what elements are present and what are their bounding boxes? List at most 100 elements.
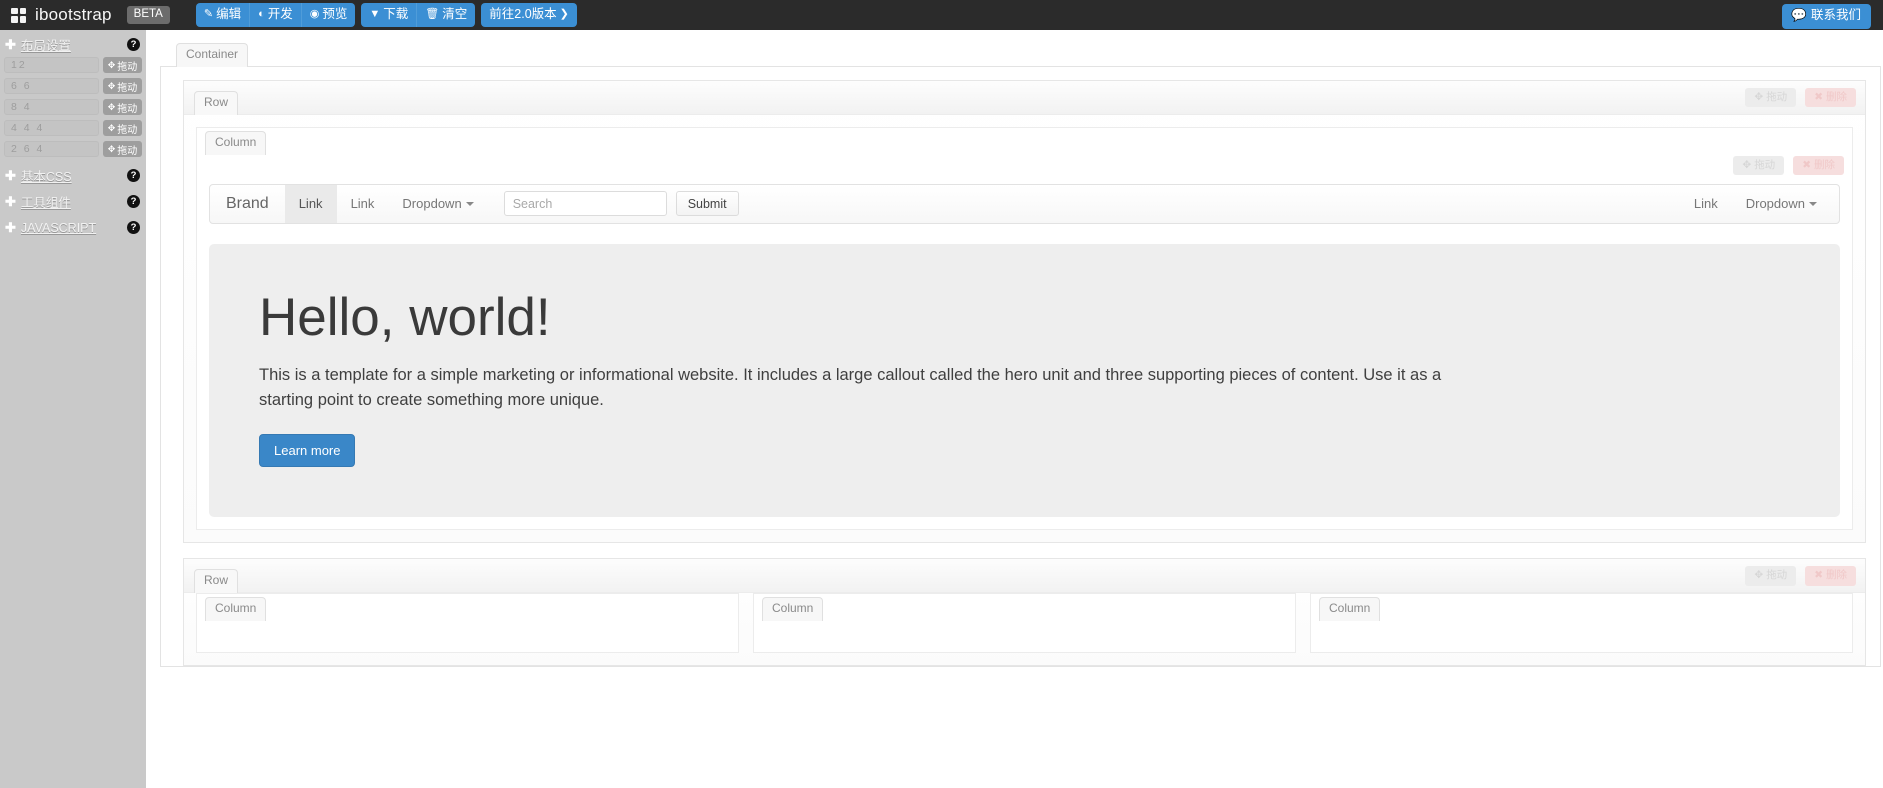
column-actions: ✥拖动 ✖删除	[1733, 156, 1844, 176]
list-item[interactable]: 4 4 4 ✥拖动	[4, 120, 142, 136]
move-icon: ✥	[108, 60, 116, 71]
contact-us-label: 联系我们	[1811, 8, 1861, 24]
move-icon: ✥	[108, 123, 116, 134]
help-icon[interactable]: ?	[127, 195, 140, 208]
list-item[interactable]: 6 6 ✥拖动	[4, 78, 142, 94]
download-button[interactable]: ▼ 下载	[361, 3, 417, 28]
clear-button-label: 清空	[442, 7, 467, 23]
layout-preset-list: 12 ✥拖动 6 6 ✥拖动 8 4 ✥拖动 4 4 4 ✥拖动 2 6 4 ✥…	[0, 55, 146, 165]
drag-label: 拖动	[117, 100, 137, 115]
row-delete-button[interactable]: ✖删除	[1805, 88, 1856, 108]
drag-handle[interactable]: ✥拖动	[103, 99, 142, 115]
column-block[interactable]: Column	[753, 593, 1296, 653]
row-block[interactable]: Row ✥拖动 ✖删除 Column ✥拖动 ✖删除	[183, 80, 1866, 543]
column-drag-label: 拖动	[1754, 159, 1775, 172]
submit-button[interactable]: Submit	[676, 191, 739, 216]
row-header: Row ✥拖动 ✖删除	[184, 81, 1865, 115]
move-icon: ✥	[1742, 159, 1751, 172]
chevron-down-icon	[466, 202, 474, 206]
eye-icon: ◉	[310, 8, 320, 22]
navbar-dropdown[interactable]: Dropdown	[388, 185, 487, 223]
beta-badge: BETA	[127, 6, 170, 24]
sidebar-item-label: 基本CSS	[21, 166, 127, 185]
row-tag[interactable]: Row	[194, 569, 238, 593]
plus-icon: ✚	[5, 37, 16, 53]
list-item[interactable]: 8 4 ✥拖动	[4, 99, 142, 115]
move-icon: ✥	[1754, 569, 1763, 582]
close-icon: ✖	[1814, 569, 1823, 582]
drag-label: 拖动	[117, 79, 137, 94]
column-tag[interactable]: Column	[205, 597, 266, 621]
learn-more-button[interactable]: Learn more	[259, 434, 355, 467]
close-icon: ✖	[1814, 91, 1823, 104]
list-item[interactable]: 2 6 4 ✥拖动	[4, 141, 142, 157]
navbar-right-dropdown[interactable]: Dropdown	[1732, 185, 1835, 223]
row-tag[interactable]: Row	[194, 91, 238, 115]
help-icon[interactable]: ?	[127, 221, 140, 234]
chat-bubble-icon: 💬	[1791, 8, 1807, 24]
develop-button[interactable]: ◐ 开发	[250, 3, 302, 28]
column-drag-button[interactable]: ✥拖动	[1733, 156, 1784, 176]
container-block[interactable]: Row ✥拖动 ✖删除 Column ✥拖动 ✖删除	[160, 66, 1881, 667]
drag-handle[interactable]: ✥拖动	[103, 141, 142, 157]
drag-handle[interactable]: ✥拖动	[103, 120, 142, 136]
column-content: Brand Link Link Dropdown Submit Link Dro…	[197, 154, 1852, 529]
brand-group: ibootstrap BETA	[8, 5, 170, 25]
trash-icon: 🗑	[425, 8, 439, 22]
column-block[interactable]: Column	[1310, 593, 1853, 653]
hero-unit[interactable]: Hello, world! This is a template for a s…	[209, 244, 1840, 517]
navbar-brand[interactable]: Brand	[210, 185, 285, 223]
chevron-right-icon: ❯	[560, 8, 569, 22]
row-actions: ✥拖动 ✖删除	[1745, 88, 1856, 108]
sidebar-item-basic-css[interactable]: ✚ 基本CSS ?	[0, 165, 146, 186]
help-icon[interactable]: ?	[127, 169, 140, 182]
row-drag-button[interactable]: ✥拖动	[1745, 566, 1796, 586]
move-icon: ✥	[1754, 91, 1763, 104]
toolbar-group-version: 前往2.0版本 ❯	[481, 3, 577, 28]
column-delete-button[interactable]: ✖删除	[1793, 156, 1844, 176]
toolbar-group-primary: ✎ 编辑 ◐ 开发 ◉ 预览	[196, 3, 356, 28]
hero-paragraph: This is a template for a simple marketin…	[259, 363, 1494, 412]
column-block[interactable]: Column	[196, 593, 739, 653]
column-header: Column	[754, 594, 1295, 620]
plus-icon: ✚	[5, 168, 16, 184]
column-tag[interactable]: Column	[205, 131, 266, 155]
move-icon: ✥	[108, 102, 116, 113]
list-item[interactable]: 12 ✥拖动	[4, 57, 142, 73]
drag-label: 拖动	[117, 58, 137, 73]
row-drag-label: 拖动	[1766, 569, 1787, 582]
drag-handle[interactable]: ✥拖动	[103, 57, 142, 73]
sidebar-item-tool-components[interactable]: ✚ 工具组件 ?	[0, 191, 146, 212]
app-title: ibootstrap	[35, 5, 112, 25]
drag-handle[interactable]: ✥拖动	[103, 78, 142, 94]
help-icon[interactable]: ?	[127, 38, 140, 51]
row-drag-label: 拖动	[1766, 91, 1787, 104]
navbar-link-2[interactable]: Link	[337, 185, 389, 223]
edit-button[interactable]: ✎ 编辑	[196, 3, 250, 28]
navbar-right-link[interactable]: Link	[1680, 185, 1732, 223]
sidebar-item-javascript[interactable]: ✚ JAVASCRIPT ?	[0, 217, 146, 238]
row-drag-button[interactable]: ✥拖动	[1745, 88, 1796, 108]
row-delete-button[interactable]: ✖删除	[1805, 566, 1856, 586]
develop-icon: ◐	[258, 8, 265, 22]
navbar-link-1[interactable]: Link	[285, 185, 337, 223]
preset-value: 4 4 4	[4, 120, 99, 136]
navbar-right-group: Link Dropdown	[1680, 185, 1835, 223]
column-tag[interactable]: Column	[1319, 597, 1380, 621]
container-tag[interactable]: Container	[176, 43, 248, 67]
contact-us-button[interactable]: 💬 联系我们	[1782, 4, 1871, 29]
sidebar-item-layout-settings[interactable]: ✚ 布局设置 ?	[0, 34, 146, 55]
column-tag[interactable]: Column	[762, 597, 823, 621]
row-header: Row ✥拖动 ✖删除	[184, 559, 1865, 593]
sidebar: ✚ 布局设置 ? 12 ✥拖动 6 6 ✥拖动 8 4 ✥拖动 4 4 4 ✥拖…	[0, 30, 146, 788]
preview-button[interactable]: ◉ 预览	[302, 3, 356, 28]
preview-navbar[interactable]: Brand Link Link Dropdown Submit Link Dro…	[209, 184, 1840, 224]
search-input[interactable]	[504, 191, 667, 216]
sidebar-item-label: 布局设置	[21, 35, 127, 54]
go-to-v2-label: 前往2.0版本	[489, 7, 556, 23]
clear-button[interactable]: 🗑 清空	[417, 3, 475, 28]
column-block[interactable]: Column ✥拖动 ✖删除 Brand Link Link Dropdown	[196, 127, 1853, 530]
row-block[interactable]: Row ✥拖动 ✖删除 Column Column	[183, 558, 1866, 666]
toolbar-group-secondary: ▼ 下载 🗑 清空	[361, 3, 475, 28]
go-to-v2-button[interactable]: 前往2.0版本 ❯	[481, 3, 577, 28]
